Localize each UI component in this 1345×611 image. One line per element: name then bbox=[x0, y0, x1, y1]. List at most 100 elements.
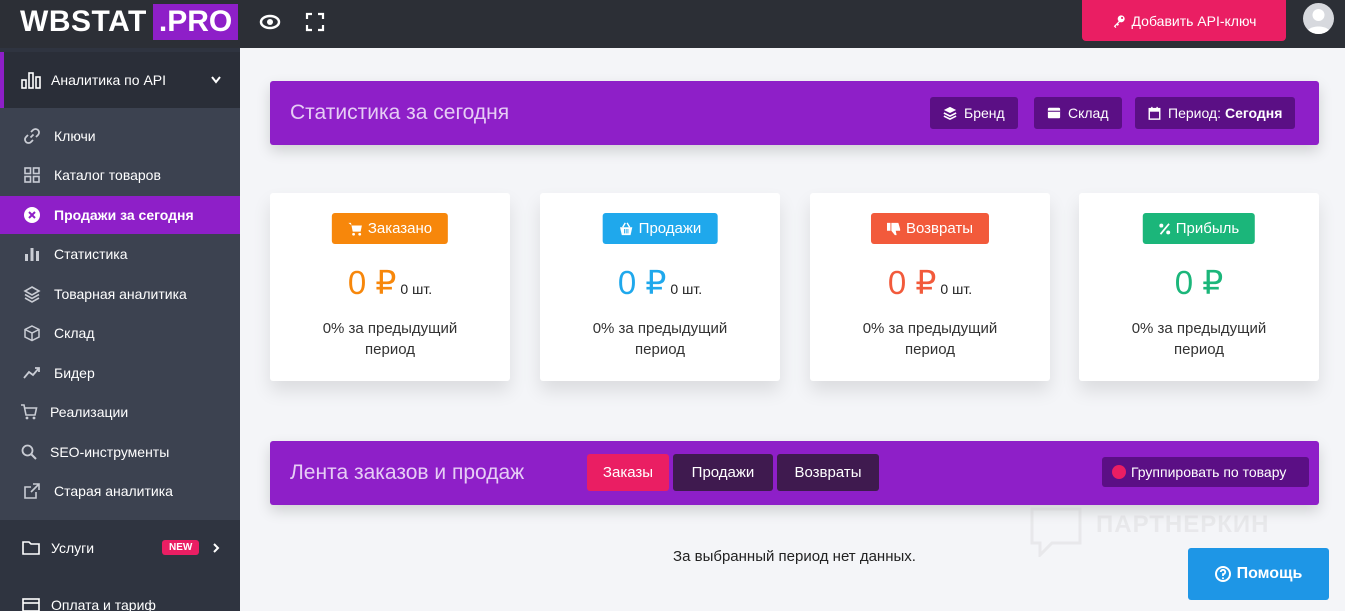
layers-icon bbox=[23, 286, 41, 303]
box-icon bbox=[1047, 107, 1061, 119]
basket-icon bbox=[620, 222, 633, 235]
ordered-count: 0 шт. bbox=[400, 281, 433, 297]
calendar-icon bbox=[1148, 106, 1161, 120]
trend-icon bbox=[23, 367, 40, 379]
feed-panel-title: Лента заказов и продаж bbox=[290, 461, 525, 484]
stat-card-profit: Прибыль 0 ₽ 0% за предыдущий период bbox=[1079, 193, 1319, 381]
top-bar: WBSTAT .PRO Добавить API-ключ bbox=[0, 0, 1345, 48]
sidebar-item-sales-today[interactable]: Продажи за сегодня bbox=[0, 196, 240, 234]
user-avatar[interactable] bbox=[1303, 3, 1334, 34]
question-icon bbox=[1214, 566, 1231, 582]
sidebar-item-label: SEO-инструменты bbox=[50, 444, 170, 460]
add-api-key-button[interactable]: Добавить API-ключ bbox=[1082, 0, 1286, 41]
sales-badge: Продажи bbox=[602, 213, 718, 244]
profit-badge: Прибыль bbox=[1142, 213, 1256, 244]
thumbs-down-icon bbox=[886, 222, 901, 235]
sales-label: Продажи bbox=[638, 220, 702, 237]
sidebar-submenu: Ключи Каталог товаров Продажи за сегодня bbox=[0, 108, 240, 520]
sidebar-item-services[interactable]: Услуги NEW bbox=[0, 528, 240, 568]
returns-amount: 0 ₽ bbox=[887, 264, 937, 301]
avatar-icon bbox=[1306, 9, 1331, 34]
stat-card-ordered: Заказано 0 ₽0 шт. 0% за предыдущий перио… bbox=[270, 193, 510, 381]
toggle-dot-icon bbox=[1112, 465, 1126, 479]
chat-bubble-icon bbox=[1030, 507, 1082, 559]
profit-prev-period: 0% за предыдущий период bbox=[1131, 320, 1267, 358]
sidebar-section-analytics[interactable]: Аналитика по API bbox=[0, 52, 240, 108]
layers-icon bbox=[943, 106, 957, 120]
profit-amount: 0 ₽ bbox=[1174, 264, 1224, 301]
profit-amount-row: 0 ₽ bbox=[1079, 263, 1319, 302]
eye-icon[interactable] bbox=[258, 10, 282, 34]
sidebar-item-label: Продажи за сегодня bbox=[54, 207, 194, 223]
sidebar-item-billing[interactable]: Оплата и тариф bbox=[0, 585, 240, 611]
warehouse-button-label: Склад bbox=[1068, 105, 1109, 121]
sidebar-item-label: Ключи bbox=[54, 128, 96, 144]
tab-sales[interactable]: Продажи bbox=[673, 454, 773, 491]
profit-label: Прибыль bbox=[1175, 220, 1240, 237]
percent-icon bbox=[1159, 222, 1171, 235]
sidebar-item-label: Оплата и тариф bbox=[51, 597, 156, 611]
sidebar-item-label: Бидер bbox=[54, 365, 95, 381]
link-icon bbox=[24, 128, 40, 144]
sidebar-item-bidder[interactable]: Бидер bbox=[0, 354, 240, 392]
returns-badge: Возвраты bbox=[870, 213, 990, 244]
key-icon bbox=[1113, 14, 1125, 28]
sidebar-item-label: Каталог товаров bbox=[54, 167, 161, 183]
sidebar-item-label: Товарная аналитика bbox=[54, 286, 187, 302]
watermark-text: ПАРТНЕРКИН bbox=[1096, 511, 1270, 538]
period-button[interactable]: Период: Сегодня bbox=[1135, 97, 1296, 129]
sidebar-item-realizations[interactable]: Реализации bbox=[0, 393, 240, 431]
chevron-down-icon bbox=[211, 76, 221, 84]
card-icon bbox=[22, 598, 40, 611]
period-prefix: Период: bbox=[1168, 105, 1221, 121]
returns-label: Возвраты bbox=[905, 220, 974, 237]
sidebar-item-catalog[interactable]: Каталог товаров bbox=[0, 156, 240, 194]
feed-panel-header: Лента заказов и продаж Заказы Продажи Во… bbox=[270, 441, 1319, 505]
sidebar-item-warehouse[interactable]: Склад bbox=[0, 314, 240, 352]
folder-icon bbox=[22, 541, 40, 555]
returns-amount-row: 0 ₽0 шт. bbox=[810, 263, 1050, 302]
ordered-badge: Заказано bbox=[331, 213, 449, 244]
sidebar-item-keys[interactable]: Ключи bbox=[0, 117, 240, 155]
brand-button[interactable]: Бренд bbox=[930, 97, 1018, 129]
sidebar-item-old-analytics[interactable]: Старая аналитика bbox=[0, 472, 240, 510]
circle-x-icon bbox=[24, 207, 40, 223]
ordered-amount: 0 ₽ bbox=[347, 264, 397, 301]
brand-button-label: Бренд bbox=[964, 105, 1005, 121]
warehouse-button[interactable]: Склад bbox=[1034, 97, 1122, 129]
sidebar-item-label: Склад bbox=[54, 325, 95, 341]
tab-orders[interactable]: Заказы bbox=[587, 454, 669, 491]
stat-card-sales: Продажи 0 ₽0 шт. 0% за предыдущий период bbox=[540, 193, 780, 381]
grid-icon bbox=[24, 167, 40, 183]
chevron-right-icon bbox=[213, 543, 220, 553]
returns-prev-period: 0% за предыдущий период bbox=[862, 320, 998, 358]
ordered-label: Заказано bbox=[367, 220, 433, 237]
stats-panel-title: Статистика за сегодня bbox=[290, 101, 510, 124]
sales-amount-row: 0 ₽0 шт. bbox=[540, 263, 780, 302]
bar-chart-icon bbox=[25, 248, 39, 261]
sidebar-item-label: Реализации bbox=[50, 404, 129, 420]
sidebar-item-seo[interactable]: SEO-инструменты bbox=[0, 433, 240, 471]
sales-count: 0 шт. bbox=[670, 281, 703, 297]
sidebar-item-label: Услуги bbox=[51, 540, 95, 556]
returns-count: 0 шт. bbox=[940, 281, 973, 297]
stat-card-returns: Возвраты 0 ₽0 шт. 0% за предыдущий перио… bbox=[810, 193, 1050, 381]
cart-icon bbox=[21, 404, 38, 420]
group-by-product-toggle[interactable]: Группировать по товару bbox=[1102, 457, 1309, 487]
external-link-icon bbox=[24, 483, 40, 499]
tab-returns[interactable]: Возвраты bbox=[777, 454, 879, 491]
sidebar-item-statistics[interactable]: Статистика bbox=[0, 235, 240, 273]
ordered-prev-period: 0% за предыдущий период bbox=[322, 320, 458, 358]
sidebar-item-label: Статистика bbox=[54, 246, 128, 262]
sidebar-section-label: Аналитика по API bbox=[51, 72, 167, 88]
ordered-amount-row: 0 ₽0 шт. bbox=[270, 263, 510, 302]
sidebar-item-product-analytics[interactable]: Товарная аналитика bbox=[0, 275, 240, 313]
fullscreen-icon[interactable] bbox=[303, 10, 327, 34]
cart-icon bbox=[348, 222, 362, 236]
new-badge: NEW bbox=[162, 540, 200, 555]
sales-amount: 0 ₽ bbox=[617, 264, 667, 301]
logo[interactable]: WBSTAT .PRO bbox=[20, 4, 239, 40]
sidebar: Аналитика по API Ключи Каталог товаров П… bbox=[0, 48, 240, 611]
sales-prev-period: 0% за предыдущий период bbox=[592, 320, 728, 358]
help-button[interactable]: Помощь bbox=[1188, 548, 1329, 600]
